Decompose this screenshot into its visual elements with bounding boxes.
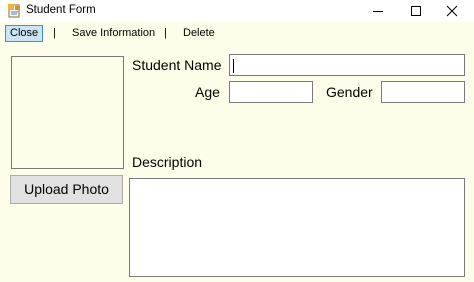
text-caret — [233, 59, 234, 73]
menu-bar: Close | Save Information | Delete — [0, 23, 474, 45]
description-label: Description — [132, 154, 203, 170]
menu-separator: | — [164, 27, 167, 39]
upload-photo-button[interactable]: Upload Photo — [10, 175, 123, 204]
minimize-icon — [373, 11, 383, 12]
gender-field[interactable] — [381, 81, 465, 103]
window-close-button[interactable] — [430, 0, 474, 22]
menu-separator: | — [53, 27, 56, 39]
window-title: Student Form — [26, 4, 96, 16]
maximize-icon — [411, 6, 421, 16]
student-name-field[interactable] — [229, 54, 465, 76]
menu-delete[interactable]: Delete — [179, 26, 219, 41]
age-label: Age — [195, 84, 220, 100]
form-app-icon — [8, 4, 20, 18]
age-field[interactable] — [229, 81, 313, 103]
gender-label: Gender — [326, 84, 373, 100]
description-field[interactable] — [129, 178, 465, 277]
photo-picture-box — [11, 56, 124, 169]
student-name-label: Student Name — [132, 57, 222, 73]
menu-save-information[interactable]: Save Information — [68, 26, 159, 41]
menu-close[interactable]: Close — [5, 25, 44, 42]
title-bar: Student Form — [0, 0, 474, 22]
close-icon — [446, 5, 458, 17]
